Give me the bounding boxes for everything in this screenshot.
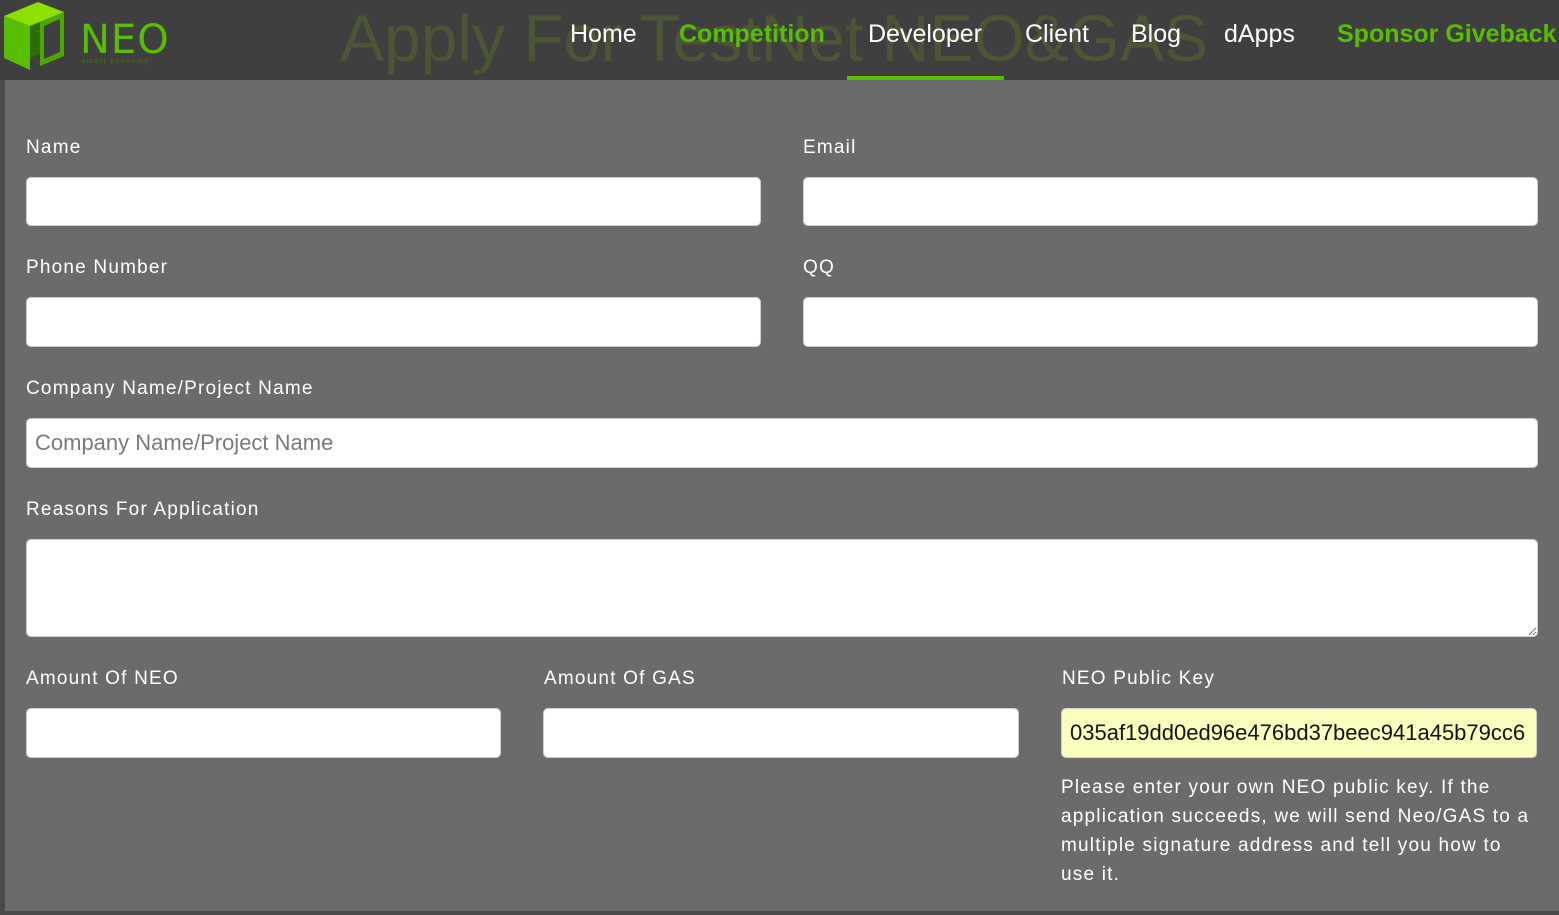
nav-developer[interactable]: Developer (868, 18, 982, 50)
name-label: Name (26, 137, 82, 158)
company-name-input[interactable] (26, 418, 1538, 468)
top-navigation-bar: NEO smart economy Apply For TestNet NEO&… (0, 0, 1559, 80)
public-key-label: NEO Public Key (1062, 668, 1216, 689)
nav-home[interactable]: Home (570, 18, 637, 50)
gas-amount-input[interactable] (543, 708, 1019, 758)
public-key-help-text: Please enter your own NEO public key. If… (1061, 777, 1530, 885)
qq-label: QQ (803, 257, 835, 278)
nav-blog[interactable]: Blog (1131, 18, 1181, 50)
email-input[interactable] (803, 177, 1538, 226)
company-name-label: Company Name/Project Name (26, 378, 314, 399)
phone-number-input[interactable] (26, 297, 761, 347)
logo-text: NEO (80, 17, 170, 63)
nav-sponsor-giveback[interactable]: Sponsor Giveback (1337, 18, 1557, 50)
name-input[interactable] (26, 177, 761, 226)
logo-tagline: smart economy (82, 58, 150, 65)
email-label: Email (803, 137, 857, 158)
nav-competition[interactable]: Competition (679, 18, 825, 50)
phone-number-label: Phone Number (26, 257, 169, 278)
neo-logo-icon (4, 2, 64, 70)
neo-logo[interactable]: NEO smart economy (4, 2, 174, 72)
neo-amount-input[interactable] (26, 708, 501, 758)
reasons-textarea[interactable] (26, 539, 1538, 637)
nav-client[interactable]: Client (1025, 18, 1089, 50)
qq-input[interactable] (803, 297, 1538, 347)
nav-dapps[interactable]: dApps (1224, 18, 1295, 50)
public-key-input[interactable] (1061, 708, 1537, 758)
neo-amount-label: Amount Of NEO (26, 668, 179, 689)
gas-amount-label: Amount Of GAS (544, 668, 696, 689)
reasons-label: Reasons For Application (26, 499, 260, 520)
